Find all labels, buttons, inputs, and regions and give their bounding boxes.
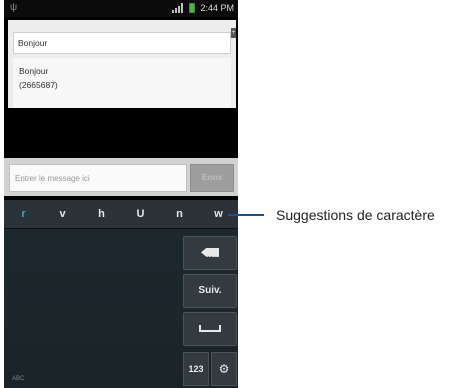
signal-icon — [172, 3, 184, 13]
contacts-icon[interactable]: + — [231, 28, 236, 38]
suggestion-name: Bonjour — [19, 66, 49, 76]
status-bar: ψ 2:44 PM — [4, 0, 238, 17]
recipient-input[interactable]: Bonjour — [13, 32, 231, 54]
recipient-value: Bonjour — [18, 38, 48, 48]
candidate-1[interactable]: r — [4, 208, 43, 220]
space-key[interactable] — [183, 312, 237, 346]
suggestion-number: (2665687) — [19, 80, 58, 90]
space-icon — [199, 324, 221, 332]
backspace-key[interactable] — [183, 236, 237, 270]
candidate-3[interactable]: h — [82, 208, 121, 220]
usb-icon: ψ — [10, 2, 18, 13]
backspace-icon — [201, 247, 219, 257]
recipient-panel: + Bonjour Bonjour (2665687) — [8, 20, 236, 108]
contact-suggestion[interactable]: Bonjour (2665687) — [13, 58, 231, 108]
candidate-4[interactable]: U — [121, 208, 160, 220]
candidate-2[interactable]: v — [43, 208, 82, 220]
input-mode-label: ABC — [12, 376, 25, 382]
settings-key[interactable]: ⚙ — [211, 352, 237, 386]
compose-bar: Entrer le message ici Envoi — [4, 158, 238, 196]
gear-icon: ⚙ — [218, 362, 230, 376]
num-mode-key[interactable]: 123 — [183, 352, 209, 386]
phone-screen: ψ 2:44 PM + Bonjour Bonjour (2665687) En… — [4, 0, 238, 388]
status-time: 2:44 PM — [200, 3, 234, 13]
keyboard: r v h U n w Suiv. 123 ⚙ ABC — [4, 200, 238, 388]
battery-icon — [189, 3, 196, 13]
next-key[interactable]: Suiv. — [183, 274, 237, 308]
callout-line — [228, 214, 264, 216]
message-input[interactable]: Entrer le message ici — [9, 164, 187, 192]
suggestion-bar: r v h U n w — [4, 200, 238, 229]
send-button[interactable]: Envoi — [190, 164, 234, 192]
callout-label: Suggestions de caractère — [276, 207, 435, 223]
candidate-5[interactable]: n — [160, 208, 199, 220]
